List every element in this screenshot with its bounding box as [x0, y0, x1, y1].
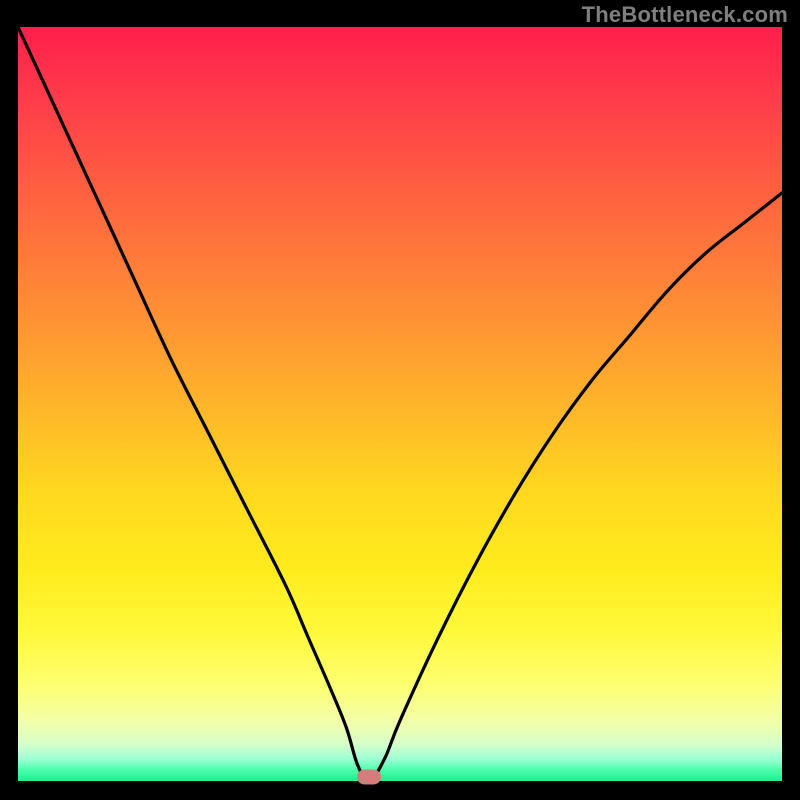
optimum-marker: [357, 770, 381, 785]
chart-frame: TheBottleneck.com: [0, 0, 800, 800]
watermark-text: TheBottleneck.com: [582, 2, 788, 28]
bottleneck-curve: [18, 27, 782, 781]
plot-area: [18, 27, 782, 781]
